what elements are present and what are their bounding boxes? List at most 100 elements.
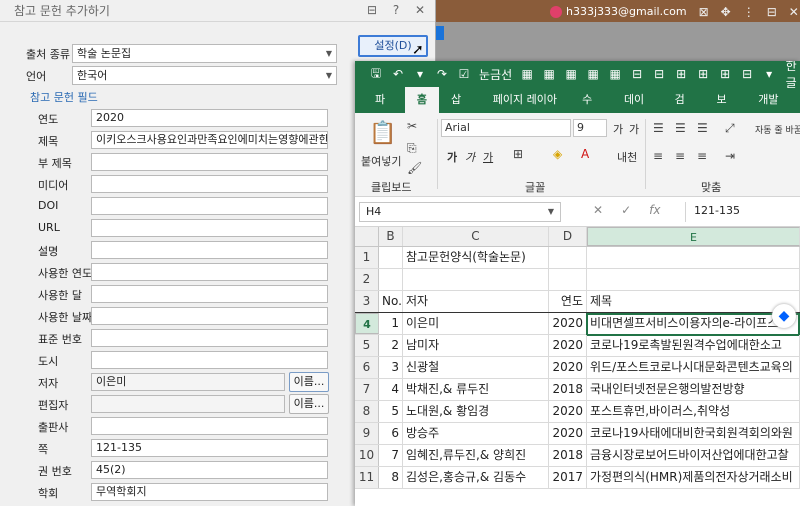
- ribbon-tab[interactable]: 수식: [570, 87, 612, 132]
- cell-no[interactable]: 3: [379, 357, 403, 378]
- field-input[interactable]: [91, 263, 328, 281]
- cell-year[interactable]: 연도: [549, 291, 587, 312]
- field-input[interactable]: [91, 395, 285, 413]
- cell-author[interactable]: 저자: [403, 291, 549, 312]
- phonetic-button[interactable]: 내천: [617, 149, 637, 165]
- column-header-d[interactable]: D: [549, 227, 587, 246]
- field-input[interactable]: [91, 307, 328, 325]
- cancel-icon[interactable]: ✕: [593, 203, 603, 217]
- cell-no[interactable]: 6: [379, 423, 403, 444]
- wrap-text-button[interactable]: 자동 줄 바꿈: [755, 123, 800, 136]
- cell-author[interactable]: 신광철: [403, 357, 549, 378]
- background-control-1[interactable]: ⊠: [699, 5, 709, 19]
- format-painter-icon[interactable]: 🖌: [407, 161, 422, 175]
- cell-author[interactable]: 방승주: [403, 423, 549, 444]
- copy-icon[interactable]: ⎘: [407, 141, 417, 156]
- row-header[interactable]: 2: [355, 269, 379, 290]
- cell-author[interactable]: 김성은,홍승규,& 김동수: [403, 467, 549, 488]
- ribbon-tab[interactable]: 홈: [404, 87, 439, 113]
- cell-title[interactable]: 코로나19로촉발된원격수업에대한소고: [587, 335, 800, 356]
- paste-label[interactable]: 붙여넣기: [361, 153, 401, 169]
- cell-year[interactable]: 2020: [549, 423, 587, 444]
- cell-no[interactable]: 4: [379, 379, 403, 400]
- shrink-font-button[interactable]: 가: [629, 121, 639, 137]
- cell-title[interactable]: 가정편의식(HMR)제품의전자상거래소비: [587, 467, 800, 488]
- account-email[interactable]: h333j333@gmail.com: [566, 5, 687, 18]
- edit-name-button[interactable]: 이름...: [289, 372, 329, 392]
- qat-item[interactable]: ▦: [608, 67, 622, 81]
- row-header[interactable]: 8: [355, 401, 379, 422]
- column-header-b[interactable]: B: [379, 227, 403, 246]
- cell-author[interactable]: 남미자: [403, 335, 549, 356]
- field-input[interactable]: 121-135: [91, 439, 328, 457]
- help-icon[interactable]: ?: [389, 3, 403, 17]
- field-input[interactable]: 이키오스크사용요인과만족요인에미치는영향에관한연구: [91, 131, 328, 149]
- cell-title[interactable]: 위드/포스트코로나시대문화콘텐츠교육의: [587, 357, 800, 378]
- cell-title[interactable]: [587, 269, 800, 290]
- background-control-3[interactable]: ⋮: [743, 5, 755, 19]
- qat-item[interactable]: ▾: [762, 67, 776, 81]
- cell-no[interactable]: 8: [379, 467, 403, 488]
- qat-item[interactable]: ⊟: [740, 67, 754, 81]
- field-input[interactable]: [91, 197, 328, 215]
- row-header[interactable]: 11: [355, 467, 379, 488]
- qat-item[interactable]: ⊟: [652, 67, 666, 81]
- align-bottom-icon[interactable]: ☰: [697, 121, 708, 135]
- select-all-corner[interactable]: [355, 227, 379, 246]
- orientation-icon[interactable]: ⤢: [725, 121, 735, 136]
- edit-name-button[interactable]: 이름...: [289, 394, 329, 414]
- field-input[interactable]: 2020: [91, 109, 328, 127]
- cell-year[interactable]: 2020: [549, 357, 587, 378]
- cell-author[interactable]: 박채진,& 류두진: [403, 379, 549, 400]
- cell-year[interactable]: 2020: [549, 401, 587, 422]
- enter-icon[interactable]: ✓: [621, 203, 631, 217]
- qat-item[interactable]: ▦: [586, 67, 600, 81]
- cut-icon[interactable]: ✂: [407, 119, 417, 133]
- align-left-icon[interactable]: ≡: [653, 149, 663, 163]
- ribbon-tab[interactable]: 페이지 레이아웃: [481, 87, 570, 132]
- paste-icon[interactable]: 📋: [369, 121, 396, 146]
- qat-item[interactable]: ☑: [457, 67, 471, 81]
- grow-font-button[interactable]: 가: [613, 121, 623, 137]
- qat-item[interactable]: ↷: [435, 67, 449, 81]
- row-header[interactable]: 9: [355, 423, 379, 444]
- cell-year[interactable]: [549, 269, 587, 290]
- field-input[interactable]: [91, 329, 328, 347]
- cell-year[interactable]: 2017: [549, 467, 587, 488]
- cell-no[interactable]: 7: [379, 445, 403, 466]
- cell-title[interactable]: 금융시장로보어드바이저산업에대한고찰: [587, 445, 800, 466]
- field-input[interactable]: [91, 285, 328, 303]
- align-top-icon[interactable]: ☰: [653, 121, 664, 135]
- row-header[interactable]: 3: [355, 291, 379, 312]
- cell-no[interactable]: [379, 269, 403, 290]
- ribbon-tab[interactable]: 검토: [663, 87, 705, 132]
- account-area[interactable]: h333j333@gmail.com ⊠ ✥ ⋮ ⊟ ✕: [550, 3, 800, 20]
- row-header[interactable]: 10: [355, 445, 379, 466]
- field-input[interactable]: 무역학회지: [91, 483, 328, 501]
- background-control-4[interactable]: ⊟: [767, 5, 777, 19]
- cell-title[interactable]: 포스트휴먼,바이러스,취약성: [587, 401, 800, 422]
- cell-no[interactable]: 1: [379, 313, 403, 334]
- field-input[interactable]: 45(2): [91, 461, 328, 479]
- name-box[interactable]: H4 ▼: [359, 202, 561, 222]
- ribbon-tab[interactable]: 개발 도: [746, 87, 800, 132]
- underline-button[interactable]: 가: [483, 149, 493, 165]
- field-input[interactable]: [91, 175, 328, 193]
- italic-button[interactable]: 가: [465, 149, 475, 165]
- cell-title[interactable]: 국내인터넷전문은행의발전방향: [587, 379, 800, 400]
- qat-item[interactable]: 🖫: [369, 64, 383, 85]
- qat-item[interactable]: ▦: [520, 67, 534, 81]
- cell-year[interactable]: 2020: [549, 335, 587, 356]
- ribbon-tab[interactable]: 보기: [704, 87, 746, 132]
- row-header[interactable]: 5: [355, 335, 379, 356]
- background-control-5[interactable]: ✕: [789, 5, 799, 19]
- qat-item[interactable]: ▦: [564, 67, 578, 81]
- language-select[interactable]: 한국어 ▼: [72, 66, 337, 85]
- background-control-2[interactable]: ✥: [721, 5, 731, 19]
- font-color-icon[interactable]: A: [581, 147, 589, 161]
- field-input[interactable]: 이은미: [91, 373, 285, 391]
- insert-function-icon[interactable]: fx: [649, 203, 660, 217]
- cell-year[interactable]: 2020: [549, 313, 587, 334]
- cell-title[interactable]: [587, 247, 800, 268]
- qat-item[interactable]: ▦: [542, 67, 556, 81]
